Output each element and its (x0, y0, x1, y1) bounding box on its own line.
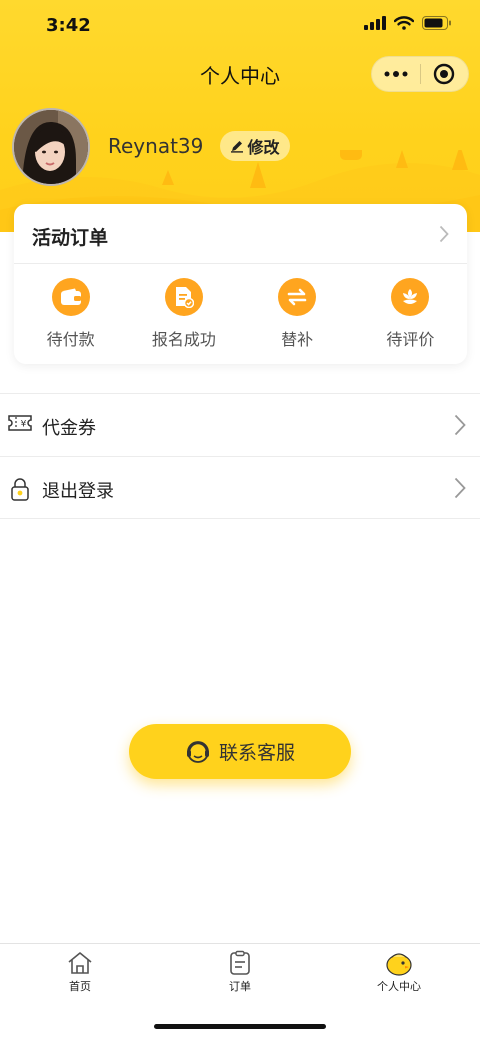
tab-home-label: 首页 (69, 980, 91, 993)
order-pending-payment-label: 待付款 (46, 330, 95, 349)
menu-list: ¥ 代金券 退出登录 (0, 393, 480, 519)
more-button[interactable] (372, 71, 420, 77)
signal-icon (364, 16, 386, 30)
clipboard-icon (230, 950, 250, 975)
voucher-icon: ¥ (8, 415, 32, 431)
menu-item-logout-label: 退出登录 (42, 481, 114, 502)
tab-orders[interactable]: 订单 (195, 950, 285, 994)
order-pending-review-label: 待评价 (386, 330, 435, 349)
order-substitute[interactable]: 替补 (247, 278, 347, 350)
order-registered-label: 报名成功 (151, 330, 216, 349)
status-time: 3:42 (46, 15, 91, 36)
order-pending-payment[interactable]: 待付款 (21, 278, 121, 350)
swap-arrows-icon (278, 278, 317, 316)
activity-orders-header[interactable]: 活动订单 (14, 204, 467, 264)
chevron-right-icon (439, 225, 449, 243)
status-bar: 3:42 (0, 0, 480, 50)
target-circle-icon (434, 63, 455, 85)
menu-item-voucher-label: 代金券 (42, 418, 96, 439)
home-indicator (154, 1024, 326, 1029)
lock-icon (11, 478, 29, 501)
chick-icon (386, 953, 412, 976)
flower-icon (391, 278, 430, 316)
tab-home[interactable]: 首页 (35, 950, 125, 994)
tab-profile-label: 个人中心 (377, 980, 421, 993)
close-miniprogram-button[interactable] (421, 63, 468, 85)
order-registered[interactable]: 报名成功 (134, 278, 234, 350)
contact-support-label: 联系客服 (218, 742, 295, 764)
chevron-right-icon (454, 414, 466, 436)
menu-item-logout[interactable]: 退出登录 (0, 456, 480, 519)
edit-profile-label: 修改 (247, 138, 280, 157)
edit-profile-button[interactable]: 修改 (220, 131, 290, 161)
activity-orders-title: 活动订单 (32, 227, 109, 249)
menu-item-voucher[interactable]: ¥ 代金券 (0, 393, 480, 456)
wallet-icon (51, 278, 90, 316)
order-pending-review[interactable]: 待评价 (360, 278, 460, 350)
svg-text:¥: ¥ (21, 420, 27, 430)
avatar[interactable] (12, 108, 90, 186)
order-substitute-label: 替补 (281, 330, 314, 349)
pencil-icon (231, 141, 244, 153)
chevron-right-icon (454, 477, 466, 499)
headset-icon (186, 740, 209, 763)
battery-icon (422, 16, 451, 30)
home-icon (68, 952, 92, 974)
activity-orders-card: 活动订单 待付款 报名成功 替补 待评价 (14, 204, 467, 364)
more-dots-icon (384, 71, 408, 77)
contact-support-button[interactable]: 联系客服 (129, 724, 351, 779)
tab-profile[interactable]: 个人中心 (354, 950, 444, 994)
document-check-icon (164, 278, 203, 316)
tab-orders-label: 订单 (229, 980, 251, 993)
wifi-icon (394, 16, 414, 30)
username: Reynat39 (108, 134, 204, 158)
miniprogram-capsule (371, 56, 469, 92)
